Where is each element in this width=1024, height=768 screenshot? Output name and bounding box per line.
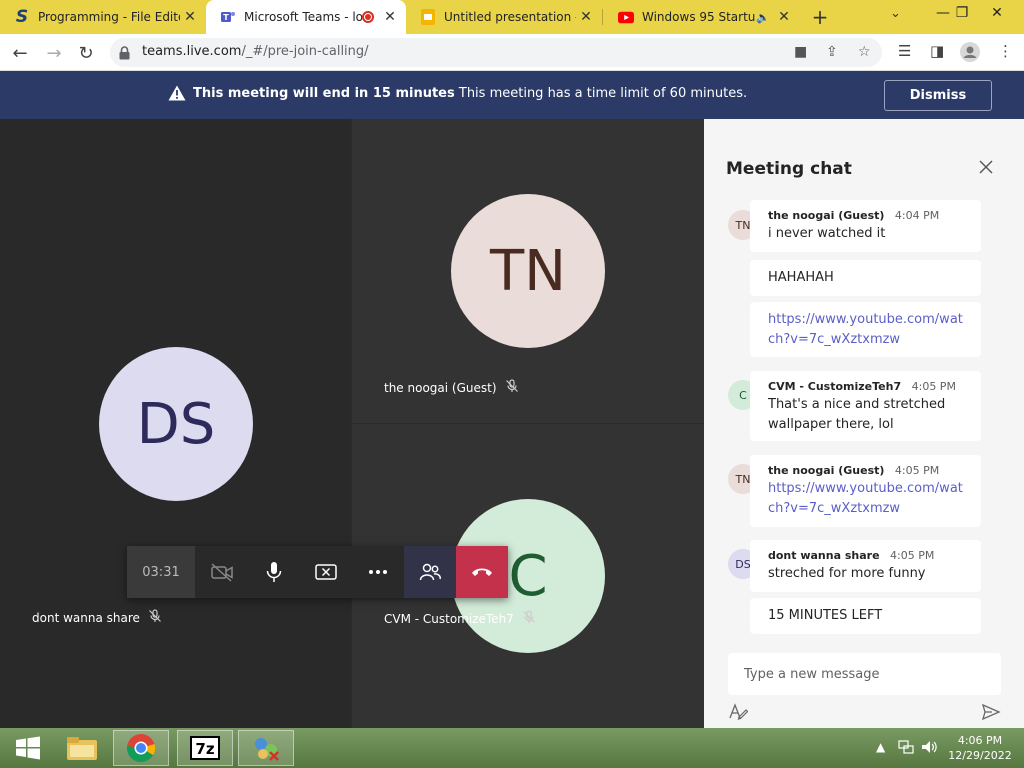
scratch-s-icon: S — [15, 7, 29, 27]
chat-message: CVM - CustomizeTeh7 4:05 PM That's a nic… — [750, 371, 981, 441]
share-screen-button[interactable] — [300, 546, 352, 598]
chat-link[interactable]: https://www.youtube.com/watch?v=7c_wXztx… — [768, 479, 963, 519]
chat-message: https://www.youtube.com/watch?v=7c_wXztx… — [750, 302, 981, 357]
side-panel-icon[interactable]: ◨ — [930, 42, 944, 60]
send-icon[interactable] — [981, 703, 1001, 725]
reading-list-icon[interactable]: ☰ — [898, 42, 911, 60]
network-icon[interactable] — [898, 740, 914, 757]
kebab-menu-icon[interactable]: ⋮ — [998, 42, 1013, 60]
message-input[interactable] — [728, 653, 1001, 695]
close-tab-icon[interactable]: ✕ — [774, 9, 794, 25]
participant-tile-ds[interactable]: DS dont wanna share — [0, 119, 351, 728]
network-app-icon[interactable] — [238, 730, 294, 766]
hang-up-button[interactable] — [456, 546, 508, 598]
camera-icon[interactable]: ■ — [794, 44, 807, 60]
mic-off-icon — [505, 379, 519, 396]
forward-button[interactable]: → — [42, 41, 66, 65]
participant-name: dont wanna share — [32, 609, 162, 626]
call-timer: 03:31 — [127, 546, 195, 598]
chat-title: Meeting chat — [726, 159, 852, 179]
participant-tile-tn[interactable]: TN the noogai (Guest) — [352, 119, 704, 423]
back-button[interactable]: ← — [8, 41, 32, 65]
tab-search-chevron-icon[interactable]: ⌄ — [890, 6, 901, 21]
svg-text:7z: 7z — [195, 740, 214, 758]
close-icon[interactable] — [978, 159, 994, 179]
avatar: DS — [99, 347, 253, 501]
tab-programming[interactable]: S Programming - File Edito ✕ — [0, 0, 206, 34]
browser-toolbar: ← → ↻ teams.live.com/_#/pre-join-calling… — [0, 34, 1024, 71]
volume-icon[interactable] — [921, 740, 939, 757]
mic-off-icon — [522, 610, 536, 627]
call-controls: 03:31 — [127, 546, 508, 598]
chrome-icon[interactable] — [113, 730, 169, 766]
recording-icon — [362, 11, 374, 23]
time-limit-banner: This meeting will end in 15 minutes This… — [0, 71, 1024, 119]
chat-message: the noogai (Guest) 4:04 PM i never watch… — [750, 200, 981, 252]
avatar: TN — [451, 194, 605, 348]
meeting-chat-panel: Meeting chat TN the noogai (Guest) 4:04 … — [704, 119, 1024, 728]
video-stage: DS dont wanna share TN the noogai (Guest… — [0, 119, 704, 728]
new-tab-button[interactable]: + — [808, 6, 832, 28]
banner-message: This meeting will end in 15 minutes This… — [193, 86, 748, 101]
camera-off-button[interactable] — [196, 546, 248, 598]
warning-icon — [168, 85, 186, 105]
dismiss-button[interactable]: Dismiss — [884, 80, 992, 111]
tab-separator — [602, 9, 603, 25]
participant-name: CVM - CustomizeTeh7 — [384, 610, 536, 627]
restore-button[interactable]: ❐ — [943, 0, 981, 28]
browser-tab-strip: S Programming - File Edito ✕ T Microsoft… — [0, 0, 1024, 34]
more-options-icon[interactable] — [352, 546, 404, 598]
microphone-button[interactable] — [248, 546, 300, 598]
svg-text:T: T — [223, 13, 229, 22]
chat-message: HAHAHAH — [750, 260, 981, 296]
url-text: teams.live.com/_#/pre-join-calling/ — [142, 44, 369, 59]
windows-taskbar: 7z ▲ 4:06 PM 12/29/2022 — [0, 728, 1024, 768]
share-icon[interactable]: ⇪ — [826, 44, 838, 60]
lock-icon[interactable] — [119, 45, 130, 64]
speaker-icon[interactable]: 🔈 — [756, 11, 770, 24]
system-clock[interactable]: 4:06 PM 12/29/2022 — [946, 733, 1014, 763]
youtube-icon — [618, 9, 634, 25]
chat-message: the noogai (Guest) 4:05 PM https://www.y… — [750, 455, 981, 527]
teams-icon: T — [220, 9, 236, 25]
file-explorer-icon[interactable] — [54, 730, 110, 766]
profile-avatar[interactable] — [960, 42, 980, 66]
close-tab-icon[interactable]: ✕ — [180, 9, 200, 25]
mic-off-icon — [148, 609, 162, 626]
slides-icon — [420, 9, 436, 25]
close-tab-icon[interactable]: ✕ — [380, 9, 400, 25]
show-hidden-icons-icon[interactable]: ▲ — [876, 740, 885, 754]
people-button[interactable] — [404, 546, 456, 598]
participant-name: the noogai (Guest) — [384, 379, 519, 396]
tab-windows-95[interactable]: Windows 95 Startup 🔈 ✕ — [604, 0, 800, 34]
chat-link[interactable]: https://www.youtube.com/watch?v=7c_wXztx… — [768, 310, 963, 350]
compose-box — [728, 653, 1001, 695]
window-close-button[interactable]: ✕ — [978, 0, 1016, 28]
reload-button[interactable]: ↻ — [74, 41, 98, 65]
address-bar[interactable]: teams.live.com/_#/pre-join-calling/ ■ ⇪ … — [110, 38, 882, 67]
bookmark-star-icon[interactable]: ☆ — [858, 44, 871, 60]
format-icon[interactable] — [728, 703, 749, 725]
start-button[interactable] — [0, 730, 56, 766]
tab-microsoft-teams[interactable]: T Microsoft Teams - lo ✕ — [206, 0, 406, 34]
chat-message: 15 MINUTES LEFT — [750, 598, 981, 634]
seven-zip-icon[interactable]: 7z — [177, 730, 233, 766]
close-tab-icon[interactable]: ✕ — [576, 9, 596, 25]
tab-slides[interactable]: Untitled presentation - G ✕ — [406, 0, 602, 34]
chat-message: dont wanna share 4:05 PM streched for mo… — [750, 540, 981, 592]
